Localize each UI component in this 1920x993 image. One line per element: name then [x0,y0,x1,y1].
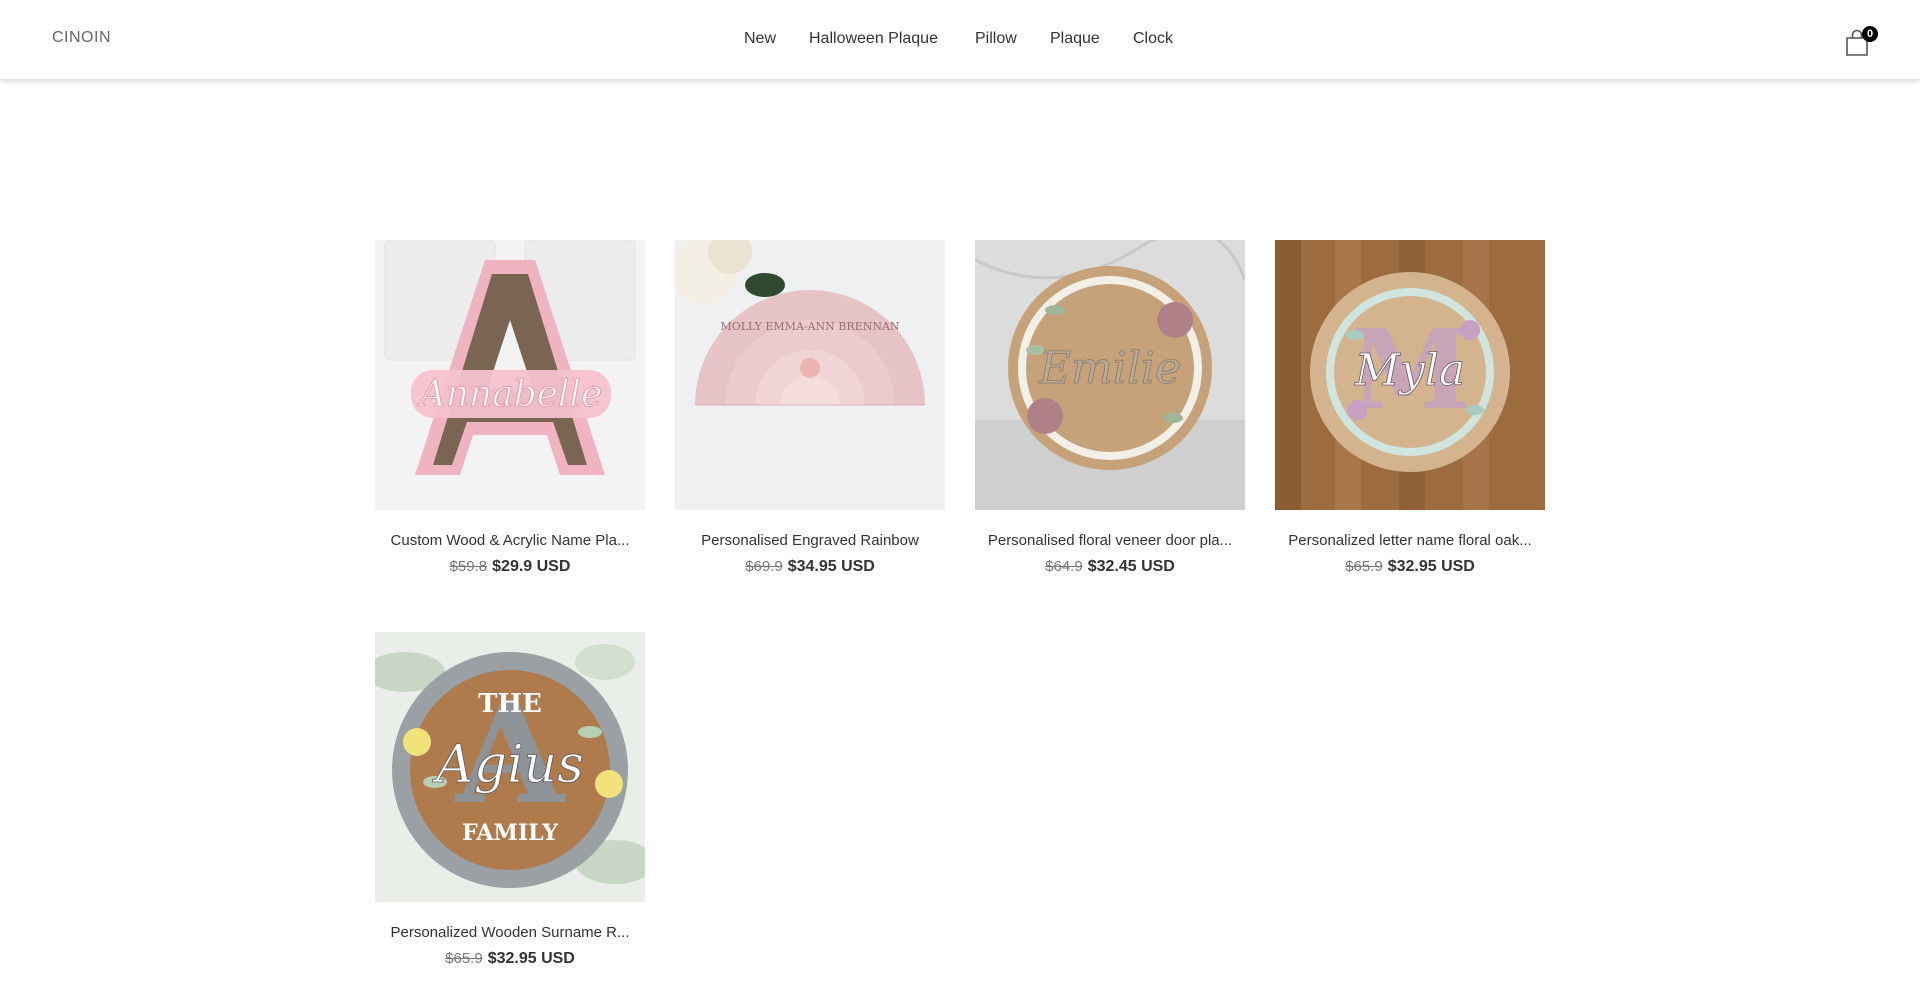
plaque-name-text: Myla [1354,345,1465,396]
site-header: CINOIN New Halloween Plaque Pillow Plaqu… [0,0,1920,80]
product-title[interactable]: Personalized letter name floral oak... [1275,532,1545,549]
cart-button[interactable]: 0 [1845,26,1878,58]
product-card[interactable]: A THE FAMILY Agius Personalized Wooden S… [375,632,645,968]
sale-price: $32.45 USD [1087,558,1175,575]
product-title[interactable]: Custom Wood & Acrylic Name Pla... [375,532,645,549]
floral-door-plaque-image[interactable]: Emilie [975,240,1245,510]
product-card[interactable]: Emilie Personalised floral veneer door p… [975,240,1245,576]
floral-oak-letter-plaque-image[interactable]: M Myla [1275,240,1545,510]
nav-pillow[interactable]: Pillow [975,30,1017,48]
product-card[interactable]: Annabelle Custom Wood & Acrylic Name Pla… [375,240,645,576]
rainbow-plaque-image[interactable]: MOLLY EMMA-ANN BRENNAN [675,240,945,510]
plaque-name-text: Emilie [1038,343,1181,394]
compare-at-price: $69.9 [745,558,783,575]
nav-plaque[interactable]: Plaque [1050,30,1100,48]
product-title[interactable]: Personalised Engraved Rainbow [675,532,945,549]
product-card[interactable]: M Myla Personalized letter name floral o… [1275,240,1545,576]
sale-price: $32.95 USD [1387,558,1475,575]
product-prices: $65.9 $32.95 USD [1275,558,1545,576]
plaque-name-text: Annabelle [417,374,603,415]
surname-family-sign-image[interactable]: A THE FAMILY Agius [375,632,645,902]
compare-at-price: $59.8 [449,558,488,575]
product-prices: $69.9 $34.95 USD [675,558,945,576]
nav-halloween-plaque[interactable]: Halloween Plaque [809,30,938,48]
cart-count-badge: 0 [1862,26,1878,42]
letter-a-name-plaque-image[interactable]: Annabelle [375,240,645,510]
product-title[interactable]: Personalised floral veneer door pla... [975,532,1245,549]
main-nav: New Halloween Plaque Pillow Plaque Clock [0,0,1920,80]
product-prices: $65.9 $32.95 USD [375,950,645,968]
sale-price: $29.9 USD [492,558,571,575]
svg-text:FAMILY: FAMILY [462,820,558,846]
product-prices: $64.9 $32.45 USD [975,558,1245,576]
sale-price: $32.95 USD [487,950,575,967]
compare-at-price: $65.9 [445,950,483,967]
nav-new[interactable]: New [744,30,776,48]
product-card[interactable]: MOLLY EMMA-ANN BRENNAN Personalised Engr… [675,240,945,576]
compare-at-price: $64.9 [1045,558,1083,575]
sale-price: $34.95 USD [787,558,875,575]
svg-text:THE: THE [478,689,542,719]
product-prices: $59.8 $29.9 USD [375,558,645,576]
product-title[interactable]: Personalized Wooden Surname R... [375,924,645,941]
compare-at-price: $65.9 [1345,558,1383,575]
nav-clock[interactable]: Clock [1133,30,1173,48]
rainbow-engraved-text: MOLLY EMMA-ANN BRENNAN [720,320,899,333]
sign-name-text: Agius [432,735,584,795]
site-logo[interactable]: CINOIN [52,29,111,47]
